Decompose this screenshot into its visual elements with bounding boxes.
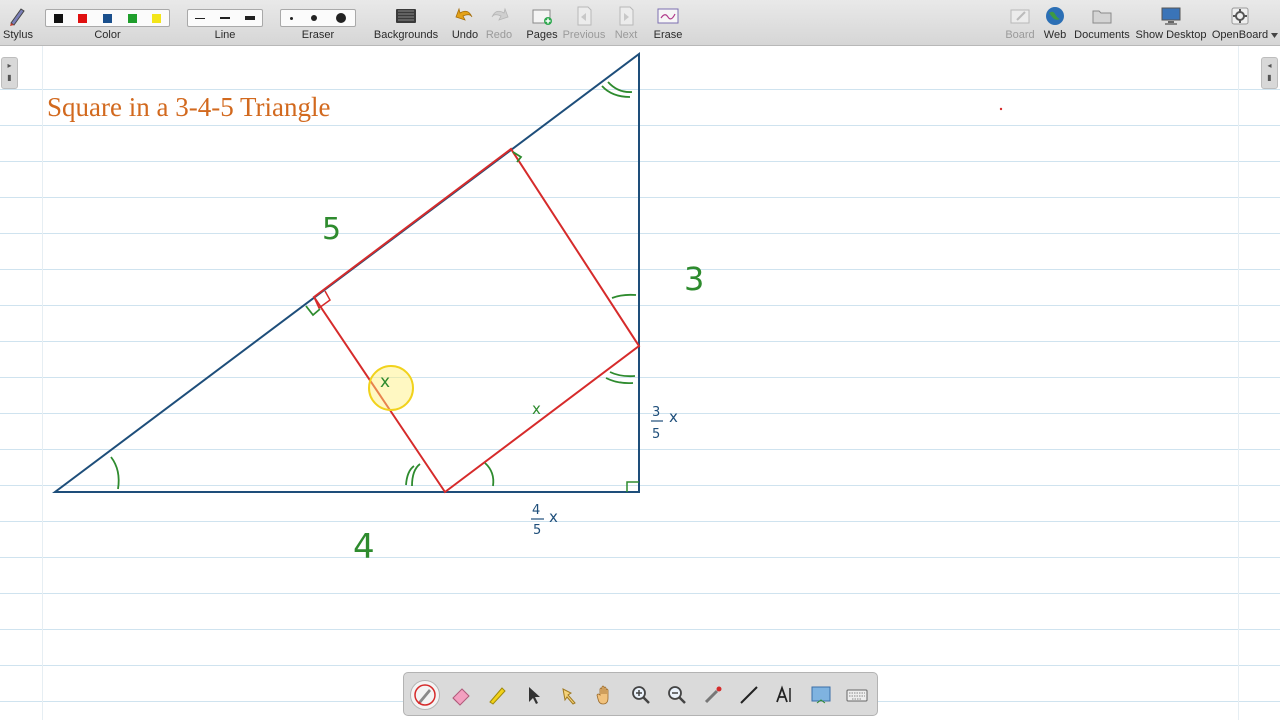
angle-mark-top-2 <box>607 81 633 93</box>
zoom-in-tool-button[interactable] <box>626 680 656 710</box>
eraser-tool-button[interactable] <box>446 680 476 710</box>
selector-icon <box>529 687 540 704</box>
fraction-three-fifths-variable: x <box>669 408 678 426</box>
text-icon <box>776 685 791 703</box>
vertical-side-label: 3 <box>684 260 704 298</box>
square-side-x-label: x <box>380 372 390 392</box>
stray-dot <box>999 107 1003 111</box>
line-tool-button[interactable] <box>734 680 764 710</box>
pointer-tool-button[interactable] <box>554 680 584 710</box>
square-bottom-x-label: x <box>532 400 541 418</box>
stylus-palette <box>403 672 878 716</box>
zoom-out-icon <box>668 686 686 704</box>
base-label: 4 <box>353 527 375 567</box>
angle-mark-bottom-single <box>484 462 495 487</box>
angle-mark-right-single <box>611 293 637 299</box>
fraction-four-fifths-denominator: 5 <box>533 523 541 538</box>
keyboard-icon <box>846 689 868 702</box>
angle-mark-bottom-left <box>110 456 120 490</box>
highlighter-tool-button[interactable] <box>482 680 512 710</box>
keyboard-tool-button[interactable] <box>842 680 872 710</box>
zoom-out-tool-button[interactable] <box>662 680 692 710</box>
laser-icon <box>704 686 722 704</box>
fraction-three-fifths-numerator: 3 <box>652 405 660 420</box>
pointer-icon <box>562 688 576 705</box>
hypotenuse-label: 5 <box>322 212 341 247</box>
angle-mark-right-double-2 <box>609 371 636 378</box>
highlighter-icon <box>489 687 506 705</box>
capture-icon <box>811 686 831 704</box>
right-angle-mark-triangle <box>626 481 639 492</box>
inscribed-square <box>312 147 641 494</box>
text-tool-button[interactable] <box>770 680 800 710</box>
fraction-four-fifths-variable: x <box>549 508 558 526</box>
geometry-drawing: 5 3 4 x x 3 5 x 4 5 x <box>52 52 1003 567</box>
zoom-in-icon <box>632 686 650 704</box>
hand-icon <box>596 685 609 705</box>
fraction-four-fifths-numerator: 4 <box>532 503 540 518</box>
eraser-icon <box>452 688 470 706</box>
fraction-three-fifths-denominator: 5 <box>652 427 660 442</box>
pointer-highlight-circle <box>368 365 414 411</box>
pen-icon <box>414 684 436 706</box>
selector-tool-button[interactable] <box>518 680 548 710</box>
hand-tool-button[interactable] <box>590 680 620 710</box>
line-icon <box>740 686 758 704</box>
laser-pointer-tool-button[interactable] <box>698 680 728 710</box>
pen-tool-button[interactable] <box>410 680 440 710</box>
capture-tool-button[interactable] <box>806 680 836 710</box>
angle-mark-right-double-1 <box>605 377 634 385</box>
